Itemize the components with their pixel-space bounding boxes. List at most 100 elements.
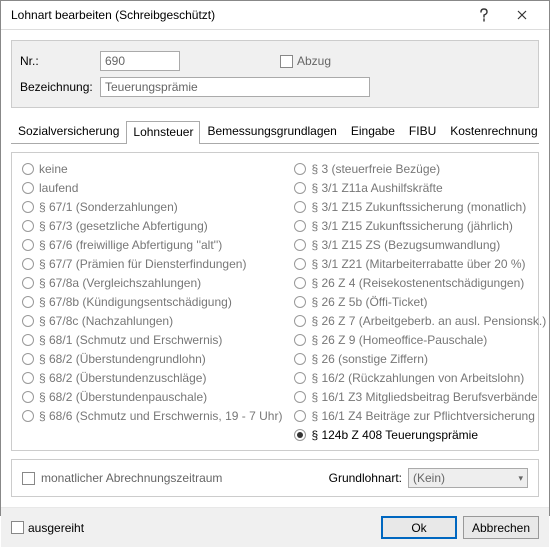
radio-option[interactable]: § 26 Z 9 (Homeoffice-Pauschale) — [294, 330, 546, 349]
ausgereiht-checkbox[interactable] — [11, 521, 24, 534]
radio-icon — [294, 258, 306, 270]
radio-icon — [22, 296, 34, 308]
radio-label: laufend — [39, 181, 78, 195]
bezeichnung-field[interactable]: Teuerungsprämie — [100, 77, 370, 97]
radio-icon — [294, 277, 306, 289]
ok-button[interactable]: Ok — [381, 516, 457, 539]
content-area: Nr.: 690 Abzug Bezeichnung: Teuerungsprä… — [1, 30, 549, 507]
radio-option[interactable]: § 26 Z 7 (Arbeitgeberb. an ausl. Pension… — [294, 311, 546, 330]
radio-option[interactable]: § 68/2 (Überstundenpauschale) — [22, 387, 282, 406]
radio-label: § 16/1 Z4 Beiträge zur Pflichtversicheru… — [311, 409, 534, 423]
ausgereiht-label: ausgereiht — [28, 521, 84, 535]
radio-icon — [22, 220, 34, 232]
header-group: Nr.: 690 Abzug Bezeichnung: Teuerungsprä… — [11, 40, 539, 108]
radio-icon — [294, 296, 306, 308]
nr-field[interactable]: 690 — [100, 51, 180, 71]
bezeichnung-label: Bezeichnung: — [20, 80, 100, 94]
radio-icon — [22, 391, 34, 403]
radio-label: § 3 (steuerfreie Bezüge) — [311, 162, 440, 176]
radio-option[interactable]: § 16/1 Z4 Beiträge zur Pflichtversicheru… — [294, 406, 546, 425]
radio-option[interactable]: § 3/1 Z11a Aushilfskräfte — [294, 178, 546, 197]
grundlohnart-value: (Kein) — [413, 471, 445, 485]
radio-option[interactable]: § 3/1 Z15 Zukunftssicherung (jährlich) — [294, 216, 546, 235]
radio-option[interactable]: keine — [22, 159, 282, 178]
button-row: ausgereiht Ok Abbrechen — [1, 507, 549, 547]
tab-lohnsteuer[interactable]: Lohnsteuer — [126, 121, 200, 144]
tab-bemessung[interactable]: Bemessungsgrundlagen — [200, 120, 343, 143]
tab-pane: keine laufend § 67/1 (Sonderzahlungen) § 67… — [11, 152, 539, 451]
radio-option[interactable]: § 68/6 (Schmutz und Erschwernis, 19 - 7 … — [22, 406, 282, 425]
radio-col-right: § 3 (steuerfreie Bezüge) § 3/1 Z11a Aushi… — [294, 159, 546, 444]
radio-icon — [22, 315, 34, 327]
radio-icon — [22, 410, 34, 422]
radio-option[interactable]: § 3/1 Z21 (Mitarbeiterrabatte über 20 %) — [294, 254, 546, 273]
radio-label: § 3/1 Z15 Zukunftssicherung (jährlich) — [311, 219, 512, 233]
radio-label: § 67/3 (gesetzliche Abfertigung) — [39, 219, 208, 233]
radio-col-left: keine laufend § 67/1 (Sonderzahlungen) § 67… — [22, 159, 282, 444]
radio-option[interactable]: § 3 (steuerfreie Bezüge) — [294, 159, 546, 178]
close-icon — [517, 10, 527, 20]
radio-option[interactable]: § 26 Z 5b (Öffi-Ticket) — [294, 292, 546, 311]
radio-option[interactable]: § 124b Z 408 Teuerungsprämie — [294, 425, 546, 444]
radio-option[interactable]: § 16/2 (Rückzahlungen von Arbeitslohn) — [294, 368, 546, 387]
radio-option[interactable]: § 67/8b (Kündigungsentschädigung) — [22, 292, 282, 311]
radio-icon — [294, 239, 306, 251]
question-icon — [479, 8, 489, 22]
radio-icon — [294, 220, 306, 232]
radio-option[interactable]: § 68/1 (Schmutz und Erschwernis) — [22, 330, 282, 349]
help-button[interactable] — [465, 1, 503, 29]
radio-label: § 67/1 (Sonderzahlungen) — [39, 200, 178, 214]
radio-option[interactable]: § 3/1 Z15 ZS (Bezugsumwandlung) — [294, 235, 546, 254]
grundlohnart-label: Grundlohnart: — [329, 471, 402, 485]
radio-option[interactable]: § 68/2 (Überstundengrundlohn) — [22, 349, 282, 368]
radio-icon — [22, 239, 34, 251]
abzug-label: Abzug — [297, 54, 331, 68]
radio-icon — [22, 334, 34, 346]
nr-label: Nr.: — [20, 54, 100, 68]
radio-option[interactable]: § 26 (sonstige Ziffern) — [294, 349, 546, 368]
radio-option[interactable]: § 68/2 (Überstundenzuschläge) — [22, 368, 282, 387]
radio-option[interactable]: § 67/7 (Prämien für Diensterfindungen) — [22, 254, 282, 273]
radio-option[interactable]: § 67/1 (Sonderzahlungen) — [22, 197, 282, 216]
radio-icon — [294, 429, 306, 441]
radio-option[interactable]: § 67/8c (Nachzahlungen) — [22, 311, 282, 330]
radio-label: § 67/6 (freiwillige Abfertigung ''alt'') — [39, 238, 222, 252]
tab-fibu[interactable]: FIBU — [402, 120, 443, 143]
radio-label: § 67/8a (Vergleichszahlungen) — [39, 276, 201, 290]
abzug-checkbox[interactable] — [280, 55, 293, 68]
radio-option[interactable]: § 16/1 Z3 Mitgliedsbeitrag Berufsverbänd… — [294, 387, 546, 406]
radio-label: § 68/2 (Überstundenpauschale) — [39, 390, 207, 404]
radio-icon — [22, 277, 34, 289]
radio-option[interactable]: § 67/6 (freiwillige Abfertigung ''alt'') — [22, 235, 282, 254]
radio-option[interactable]: § 67/3 (gesetzliche Abfertigung) — [22, 216, 282, 235]
tab-pfaendung[interactable]: Pfändung — [545, 120, 550, 143]
radio-icon — [294, 201, 306, 213]
radio-icon — [22, 163, 34, 175]
radio-option[interactable]: § 3/1 Z15 Zukunftssicherung (monatlich) — [294, 197, 546, 216]
radio-label: § 16/2 (Rückzahlungen von Arbeitslohn) — [311, 371, 524, 385]
monat-checkbox[interactable] — [22, 472, 35, 485]
radio-icon — [22, 182, 34, 194]
monat-label: monatlicher Abrechnungszeitraum — [41, 471, 222, 485]
grundlohnart-select[interactable]: (Kein) ▾ — [408, 468, 528, 488]
radio-label: § 124b Z 408 Teuerungsprämie — [311, 428, 478, 442]
radio-label: § 16/1 Z3 Mitgliedsbeitrag Berufsverbänd… — [311, 390, 537, 404]
radio-label: § 3/1 Z15 ZS (Bezugsumwandlung) — [311, 238, 500, 252]
radio-option[interactable]: § 26 Z 4 (Reisekostenentschädigungen) — [294, 273, 546, 292]
radio-option[interactable]: laufend — [22, 178, 282, 197]
cancel-button[interactable]: Abbrechen — [463, 516, 539, 539]
radio-option[interactable]: § 67/8a (Vergleichszahlungen) — [22, 273, 282, 292]
chevron-down-icon: ▾ — [518, 473, 523, 484]
radio-label: § 26 Z 5b (Öffi-Ticket) — [311, 295, 427, 309]
tab-kostenrechnung[interactable]: Kostenrechnung — [443, 120, 544, 143]
radio-label: § 67/8b (Kündigungsentschädigung) — [39, 295, 232, 309]
close-button[interactable] — [503, 1, 541, 29]
tab-sozialversicherung[interactable]: Sozialversicherung — [11, 120, 126, 143]
tab-eingabe[interactable]: Eingabe — [344, 120, 402, 143]
radio-label: § 3/1 Z11a Aushilfskräfte — [311, 181, 442, 195]
radio-icon — [22, 258, 34, 270]
radio-label: § 68/2 (Überstundengrundlohn) — [39, 352, 206, 366]
radio-label: § 68/1 (Schmutz und Erschwernis) — [39, 333, 222, 347]
radio-icon — [294, 353, 306, 365]
window-title: Lohnart bearbeiten (Schreibgeschützt) — [11, 8, 465, 22]
